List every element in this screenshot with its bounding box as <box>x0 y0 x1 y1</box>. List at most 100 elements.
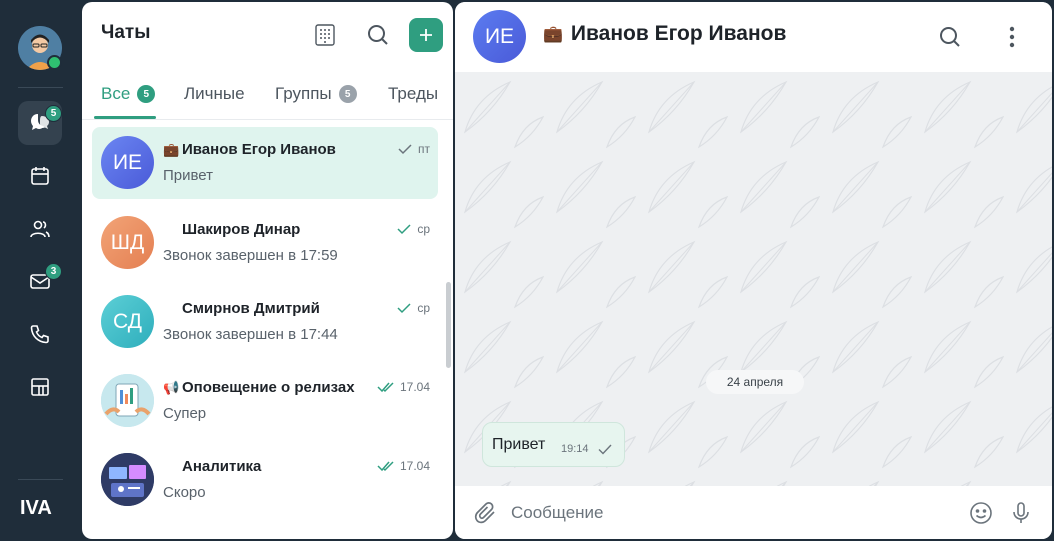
mail-unread-badge: 3 <box>45 263 62 280</box>
chat-name: Оповещение о релизах <box>182 379 355 396</box>
iva-logo-text: IVA <box>20 497 52 518</box>
message-bubble[interactable]: Привет 19:14 <box>482 422 625 467</box>
chat-name: Смирнов Дмитрий <box>182 300 320 317</box>
rail-divider <box>18 87 63 88</box>
chat-last-message: Привет <box>163 167 214 184</box>
conversation-search-button[interactable] <box>937 24 963 50</box>
chat-name: Иванов Егор Иванов <box>182 141 336 158</box>
chat-time: 17.04 <box>399 459 430 473</box>
emoji-button[interactable] <box>967 499 995 527</box>
tab-groups-badge: 5 <box>338 85 357 103</box>
chat-name: Шакиров Динар <box>182 221 301 238</box>
rail-item-contacts[interactable] <box>18 207 62 251</box>
phone-icon <box>30 325 49 344</box>
chat-name-row: Смирнов Дмитрий <box>163 300 320 317</box>
online-status-dot <box>47 55 62 70</box>
single-check-icon <box>397 224 411 235</box>
chat-list-scrollbar[interactable] <box>446 282 451 368</box>
chat-avatar <box>101 453 154 506</box>
tab-threads[interactable]: Треды <box>388 84 438 104</box>
more-vertical-icon <box>1009 26 1015 48</box>
chat-time: ср <box>417 222 430 236</box>
contacts-icon <box>30 220 50 238</box>
chat-name-row: 💼 Иванов Егор Иванов <box>163 141 336 158</box>
chat-name-row: Шакиров Динар <box>163 221 300 238</box>
microphone-icon <box>1013 502 1029 523</box>
rail-divider-bottom <box>18 479 63 480</box>
chat-meta: 17.04 <box>377 459 430 473</box>
conversation-title-row[interactable]: 💼 Иванов Егор Иванов <box>543 22 786 46</box>
chat-last-message: Скоро <box>163 484 206 501</box>
tab-personal[interactable]: Личные <box>184 84 245 104</box>
chat-last-message: Супер <box>163 405 207 422</box>
chat-list-panel: Чаты Все 5 Личные Группы 5 Треды ИЕ 💼 Ив… <box>82 2 453 539</box>
chat-list-item[interactable]: ИЕ 💼 Иванов Егор Иванов Привет пт <box>92 127 438 199</box>
briefcase-icon: 💼 <box>163 141 180 157</box>
single-check-icon <box>397 303 411 314</box>
dialpad-button[interactable] <box>308 18 342 52</box>
chat-time: ср <box>417 301 430 315</box>
double-check-icon <box>377 461 394 472</box>
conversation-title: Иванов Егор Иванов <box>570 22 787 45</box>
message-text: Привет <box>492 436 546 453</box>
chat-list-title: Чаты <box>101 22 151 43</box>
chat-filter-tabs: Все 5 Личные Группы 5 Треды <box>82 74 453 120</box>
chat-avatar: СД <box>101 295 154 348</box>
conversation-header: ИЕ 💼 Иванов Егор Иванов <box>455 2 1052 72</box>
date-separator: 24 апреля <box>706 370 804 394</box>
chat-avatar: ИЕ <box>101 136 154 189</box>
single-check-icon <box>598 444 612 455</box>
release-channel-avatar-image <box>101 374 154 427</box>
chat-avatar: ШД <box>101 216 154 269</box>
chat-name-row: Аналитика <box>163 458 261 475</box>
chat-meta: ср <box>396 301 430 315</box>
conversation-avatar[interactable]: ИЕ <box>473 10 526 63</box>
conversation-panel: ИЕ 💼 Иванов Егор Иванов 24 апреля Привет… <box>455 2 1052 539</box>
megaphone-icon: 📢 <box>163 379 180 395</box>
chat-list-item[interactable]: 📢 Оповещение о релизах Супер 17.04 <box>92 365 438 437</box>
chats-unread-badge: 5 <box>45 105 62 122</box>
briefcase-icon: 💼 <box>543 26 563 43</box>
tab-all-label: Все <box>101 84 131 103</box>
plus-icon <box>420 29 432 41</box>
dialpad-icon <box>315 24 335 46</box>
new-chat-button[interactable] <box>409 18 443 52</box>
chat-list-item[interactable]: Аналитика Скоро 17.04 <box>92 444 438 516</box>
chat-name: Аналитика <box>182 458 262 475</box>
tab-groups-label: Группы <box>275 84 332 103</box>
calendar-icon <box>31 167 49 185</box>
tab-all-badge: 5 <box>137 85 156 103</box>
analytics-avatar-image <box>101 453 154 506</box>
chat-list-item[interactable]: СД Смирнов Дмитрий Звонок завершен в 17:… <box>92 286 438 358</box>
search-icon <box>368 25 388 45</box>
active-tab-indicator <box>94 116 156 119</box>
apps-icon <box>31 378 49 396</box>
chat-search-button[interactable] <box>361 18 395 52</box>
double-check-icon <box>377 382 394 393</box>
chat-meta: 17.04 <box>377 380 430 394</box>
tab-all[interactable]: Все 5 <box>101 84 156 104</box>
rail-item-phone[interactable] <box>18 312 62 356</box>
chat-meta: пт <box>397 142 430 156</box>
chat-avatar <box>101 374 154 427</box>
chat-time: пт <box>418 142 430 156</box>
paperclip-icon <box>474 502 495 524</box>
tab-groups[interactable]: Группы 5 <box>275 84 357 104</box>
single-check-icon <box>398 144 412 155</box>
left-rail: 5 3 IVA <box>0 0 81 541</box>
chat-name-row: 📢 Оповещение о релизах <box>163 379 355 396</box>
message-time: 19:14 <box>561 443 589 455</box>
attach-button[interactable] <box>472 499 500 527</box>
smiley-icon <box>970 502 992 524</box>
chat-last-message: Звонок завершен в 17:44 <box>163 326 338 343</box>
rail-item-apps[interactable] <box>18 365 62 409</box>
conversation-more-button[interactable] <box>999 24 1025 50</box>
search-icon <box>940 27 960 47</box>
tab-personal-label: Личные <box>184 84 245 103</box>
message-input[interactable] <box>511 502 941 524</box>
chat-list-item[interactable]: ШД Шакиров Динар Звонок завершен в 17:59… <box>92 207 438 279</box>
tab-threads-label: Треды <box>388 84 439 103</box>
chat-meta: ср <box>396 222 430 236</box>
voice-message-button[interactable] <box>1007 499 1035 527</box>
rail-item-calendar[interactable] <box>18 154 62 198</box>
